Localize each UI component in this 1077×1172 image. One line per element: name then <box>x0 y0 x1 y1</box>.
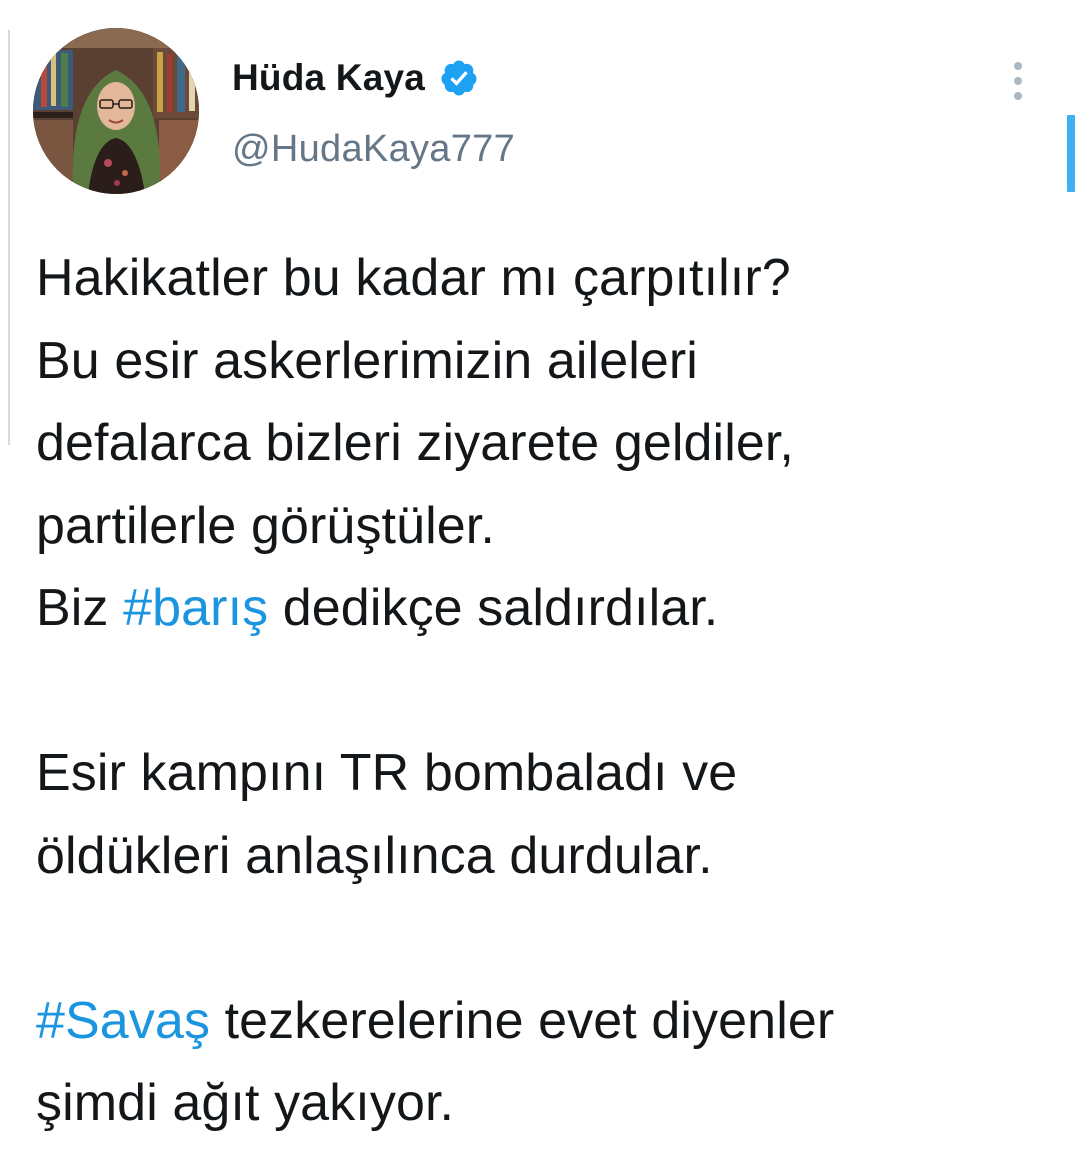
author-handle[interactable]: @HudaKaya777 <box>232 128 515 171</box>
more-vertical-icon[interactable] <box>1006 60 1030 104</box>
tweet-text: Hakikatler bu kadar mı çarpıtılır? Bu es… <box>36 237 1046 1145</box>
hashtag-link[interactable]: #barış <box>123 579 268 637</box>
tweet-line: şimdi ağıt yakıyor. <box>36 1074 455 1132</box>
tweet-line: Esir kampını TR bombaladı ve <box>36 744 738 802</box>
tweet-text-segment: dedikçe saldırdılar. <box>268 579 719 637</box>
verified-badge-icon <box>441 60 477 96</box>
tweet-text-segment: tezkerelerine evet diyenler <box>210 991 835 1050</box>
tweet-line: partilerle görüştüler. <box>36 496 495 555</box>
author-display-name[interactable]: Hüda Kaya <box>232 57 425 99</box>
tweet-line: defalarca bizleri ziyarete geldiler, <box>36 414 794 472</box>
scrollbar-thumb[interactable] <box>1067 115 1075 192</box>
tweet-line: #Savaş tezkerelerine evet diyenler <box>36 980 1046 1063</box>
author-name-row[interactable]: Hüda Kaya <box>232 55 479 101</box>
tweet-line: öldükleri anlaşılınca durdular. <box>36 826 713 885</box>
left-edge-divider <box>8 30 10 445</box>
tweet-line: Hakikatler bu kadar mı çarpıtılır? <box>36 249 791 307</box>
avatar[interactable] <box>33 28 199 194</box>
tweet-text-segment: Biz <box>36 579 124 637</box>
profile-photo-icon <box>33 28 199 194</box>
tweet-line: Bu esir askerlerimizin aileleri <box>36 331 698 390</box>
hashtag-link[interactable]: #Savaş <box>36 992 210 1050</box>
tweet-line: Biz #barış dedikçe saldırdılar. <box>36 567 1046 650</box>
